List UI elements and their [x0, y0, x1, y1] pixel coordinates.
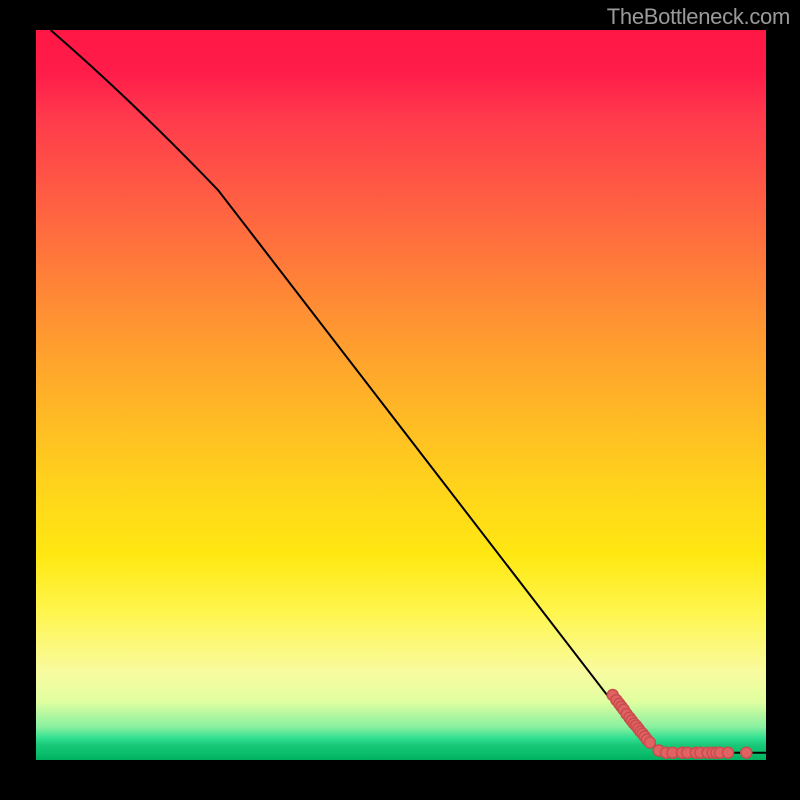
- scatter-dot: [644, 737, 655, 748]
- scatter-dots: [607, 690, 752, 759]
- scatter-dot: [741, 747, 752, 758]
- chart-outer: TheBottleneck.com: [0, 0, 800, 800]
- scatter-dot: [723, 747, 734, 758]
- attribution-text: TheBottleneck.com: [607, 4, 790, 30]
- plot-area: [36, 30, 766, 760]
- chart-svg: [36, 30, 766, 760]
- curve-line: [51, 30, 766, 753]
